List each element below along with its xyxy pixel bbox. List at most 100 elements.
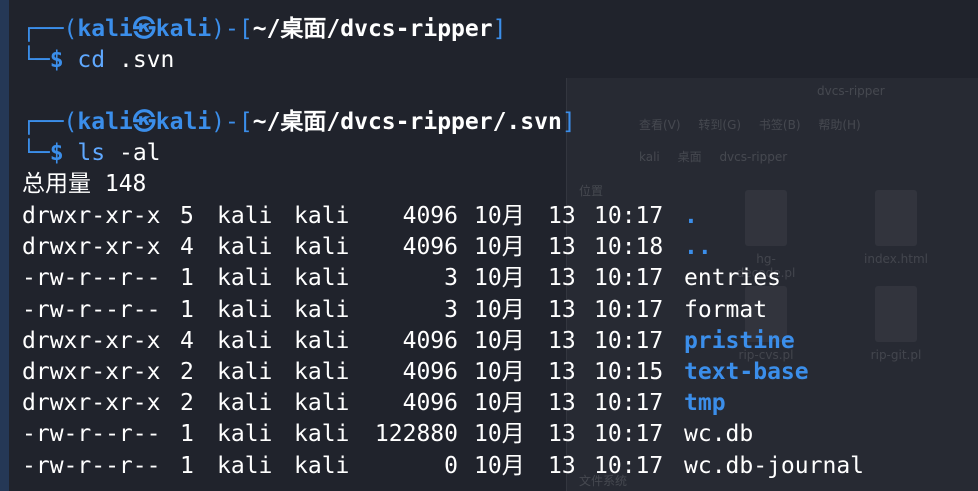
col-time: 10:17 — [594, 390, 664, 417]
col-size: 4096 — [402, 234, 458, 261]
col-perms: drwxr-xr-x — [22, 234, 161, 261]
desktop-edge — [0, 0, 9, 491]
col-month: 10月 — [474, 234, 525, 261]
col-size: 4096 — [402, 390, 458, 417]
col-time: 10:17 — [594, 452, 664, 479]
col-owner: kali — [217, 359, 273, 385]
col-group: kali — [294, 203, 350, 229]
command-argument: .svn — [118, 47, 175, 73]
col-owner: kali — [217, 296, 273, 323]
prompt-frame: ] — [492, 16, 507, 42]
col-group: kali — [294, 390, 350, 417]
col-time: 10:17 — [594, 421, 664, 448]
col-day: 13 — [548, 296, 576, 323]
col-group: kali — [294, 421, 350, 448]
col-links: 1 — [180, 296, 194, 323]
col-size: 122880 — [374, 421, 458, 448]
prompt-frame: └─ — [22, 47, 50, 73]
prompt-frame: ┌──( — [22, 109, 78, 135]
prompt-frame: ┌──( — [22, 16, 78, 42]
col-perms: drwxr-xr-x — [22, 327, 161, 354]
col-links: 4 — [180, 234, 194, 261]
col-group: kali — [294, 234, 350, 261]
col-month: 10月 — [474, 390, 525, 417]
prompt-host: kali — [155, 16, 212, 42]
col-size: 4096 — [402, 203, 458, 229]
col-perms: drwxr-xr-x — [22, 390, 161, 417]
prompt-cwd: ~/桌面/dvcs-ripper — [252, 16, 493, 42]
col-links: 1 — [180, 265, 194, 292]
prompt-dollar: $ — [49, 140, 78, 166]
col-name: wc.db-journal — [684, 452, 865, 479]
col-size: 0 — [444, 452, 458, 479]
col-size: 3 — [444, 265, 458, 292]
col-day: 13 — [548, 327, 576, 354]
col-size: 4096 — [402, 359, 458, 385]
bg-menu-item: 书签(B) — [758, 118, 801, 132]
col-time: 10:17 — [594, 327, 664, 354]
col-links: 2 — [180, 390, 194, 417]
listing-row-file: -rw-r--r-- 1 kali kali 3 10月 13 10:17 format — [22, 295, 942, 326]
command-separator — [105, 47, 119, 73]
col-day: 13 — [548, 265, 576, 292]
col-owner: kali — [217, 421, 273, 448]
col-month: 10月 — [474, 327, 525, 354]
col-group: kali — [294, 265, 350, 292]
col-group: kali — [294, 359, 350, 385]
col-name: format — [684, 296, 768, 323]
prompt-user: kali — [77, 16, 133, 42]
col-time: 10:18 — [594, 234, 664, 261]
col-links: 5 — [180, 203, 194, 229]
col-perms: -rw-r--r-- — [22, 265, 161, 292]
col-name: wc.db — [684, 421, 754, 448]
col-owner: kali — [217, 452, 273, 479]
col-name: . — [684, 203, 698, 229]
col-time: 10:15 — [594, 359, 664, 385]
col-owner: kali — [217, 327, 273, 354]
col-links: 1 — [180, 421, 194, 448]
prompt-line-top: ┌──(kali㉿kali)-[~/桌面/dvcs-ripper/.svn] — [22, 107, 576, 138]
command-name: cd — [77, 47, 106, 73]
prompt-line-top: ┌──(kali㉿kali)-[~/桌面/dvcs-ripper] — [22, 14, 506, 45]
col-month: 10月 — [474, 359, 525, 385]
col-group: kali — [294, 452, 350, 479]
prompt-user: kali — [77, 109, 133, 135]
bg-path-bar: kali 桌面 dvcs-ripper — [639, 148, 787, 165]
col-name: text-base — [684, 359, 809, 385]
listing-row-directory: drwxr-xr-x 2 kali kali 4096 10月 13 10:17 tmp — [22, 388, 942, 419]
col-name: pristine — [684, 327, 795, 354]
col-perms: drwxr-xr-x — [22, 359, 161, 385]
col-day: 13 — [548, 203, 576, 229]
col-day: 13 — [548, 359, 576, 385]
prompt-host: kali — [155, 109, 212, 135]
col-month: 10月 — [474, 265, 525, 292]
prompt-frame: ] — [561, 109, 576, 135]
col-name: entries — [684, 265, 781, 292]
col-owner: kali — [217, 234, 273, 261]
col-day: 13 — [548, 421, 576, 448]
col-month: 10月 — [474, 296, 525, 323]
col-month: 10月 — [474, 421, 525, 448]
listing-total: 总用量 148 — [22, 171, 147, 197]
col-perms: -rw-r--r-- — [22, 452, 161, 479]
listing-row-directory: drwxr-xr-x 5 kali kali 4096 10月 13 10:17. — [22, 201, 942, 232]
bg-menu-item: 帮助(H) — [818, 118, 861, 132]
col-group: kali — [294, 327, 350, 354]
col-time: 10:17 — [594, 296, 664, 323]
listing-row-directory: drwxr-xr-x 4 kali kali 4096 10月 13 10:17 pristin… — [22, 326, 942, 357]
listing-row-file: -rw-r--r-- 1 kali kali 122880 10月 13 10:17 wc.db — [22, 419, 942, 450]
command-argument: -al — [118, 140, 161, 166]
bg-path-segment: 桌面 — [677, 150, 702, 164]
col-links: 2 — [180, 359, 194, 385]
col-perms: drwxr-xr-x — [22, 203, 161, 229]
bg-path-segment: kali — [639, 150, 660, 164]
listing-row-file: -rw-r--r-- 1 kali kali 0 10月 13 10:17 wc.db-jour… — [22, 451, 942, 482]
listing-row-directory: drwxr-xr-x 2 kali kali 4096 10月 13 10:15 text-ba… — [22, 357, 942, 388]
col-size: 3 — [444, 296, 458, 323]
col-perms: -rw-r--r-- — [22, 421, 161, 448]
col-owner: kali — [217, 265, 273, 292]
listing-row-directory: drwxr-xr-x 4 kali kali 4096 10月 13 10:18.. — [22, 232, 942, 263]
col-owner: kali — [217, 390, 273, 417]
col-perms: -rw-r--r-- — [22, 296, 161, 323]
bg-menu-item: 查看(V) — [639, 118, 681, 132]
